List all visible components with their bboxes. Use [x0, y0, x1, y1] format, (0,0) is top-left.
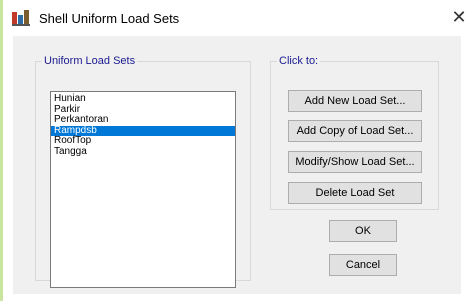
- load-set-list-item[interactable]: Tangga: [51, 146, 235, 158]
- click-to-legend: Click to:: [279, 55, 319, 67]
- delete-load-set-button[interactable]: Delete Load Set: [288, 182, 422, 204]
- title-bar[interactable]: Shell Uniform Load Sets ✕: [3, 0, 474, 36]
- ok-button[interactable]: OK: [329, 220, 397, 242]
- shell-uniform-load-sets-dialog: Shell Uniform Load Sets ✕ Uniform Load S…: [0, 0, 474, 301]
- add-new-load-set-button[interactable]: Add New Load Set...: [288, 90, 422, 112]
- uniform-load-sets-legend: Uniform Load Sets: [44, 55, 136, 67]
- load-set-list-item[interactable]: Perkantoran: [51, 114, 235, 126]
- close-icon[interactable]: ✕: [444, 0, 474, 34]
- modify-show-load-set-button[interactable]: Modify/Show Load Set...: [288, 151, 422, 173]
- uniform-load-sets-group: Uniform Load Sets Hunian Parkir Perkantora…: [35, 55, 251, 288]
- load-sets-listbox[interactable]: Hunian Parkir Perkantoran Rampdsb RoofTop Tan…: [50, 91, 236, 288]
- cancel-button[interactable]: Cancel: [329, 254, 397, 276]
- add-copy-load-set-button[interactable]: Add Copy of Load Set...: [288, 120, 422, 142]
- load-set-list-item[interactable]: Hunian: [51, 93, 235, 105]
- load-set-list-item[interactable]: RoofTop: [51, 135, 235, 147]
- app-icon: [12, 10, 30, 26]
- window-edge-accent: [0, 0, 3, 301]
- dialog-body: Uniform Load Sets Hunian Parkir Perkantora…: [13, 36, 461, 294]
- window-title: Shell Uniform Load Sets: [39, 11, 180, 26]
- click-to-group: Click to: Add New Load Set... Add Copy o…: [270, 55, 439, 210]
